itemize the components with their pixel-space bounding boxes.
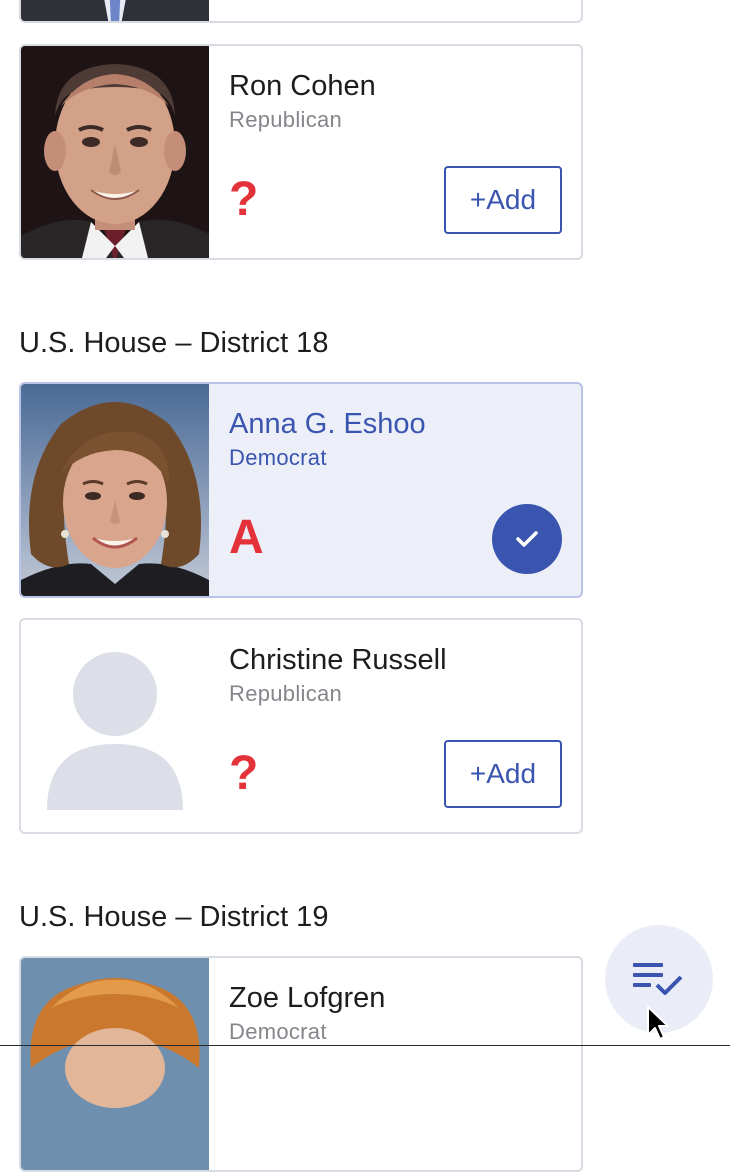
selected-check-button[interactable] <box>492 504 562 574</box>
candidate-photo <box>21 620 209 832</box>
candidate-party: Republican <box>229 107 343 132</box>
candidate-card-zoe-lofgren[interactable]: Zoe Lofgren Democrat <box>19 956 583 1172</box>
candidate-grade: ? <box>229 173 259 226</box>
candidate-name: Zoe Lofgren <box>229 982 386 1014</box>
candidate-name: Ron Cohen <box>229 70 376 102</box>
playlist-check-icon <box>633 963 683 995</box>
mouse-cursor-icon <box>647 1006 669 1040</box>
candidate-card-ron-cohen[interactable]: Ron Cohen Republican ? +Add <box>19 44 583 260</box>
candidate-party: Democrat <box>229 1019 327 1044</box>
candidate-name: Anna G. Eshoo <box>229 408 426 440</box>
candidate-party: Republican <box>229 681 343 706</box>
candidate-card-anna-eshoo[interactable]: Anna G. Eshoo Democrat A <box>19 382 583 598</box>
candidate-grade: ? <box>229 747 259 800</box>
add-button[interactable]: +Add <box>444 166 562 234</box>
candidate-photo <box>21 384 209 596</box>
candidate-name: Christine Russell <box>229 644 447 676</box>
person-placeholder-icon <box>21 620 209 832</box>
candidate-card-previous[interactable] <box>19 0 583 23</box>
candidate-grade: A <box>229 511 264 564</box>
candidate-photo <box>21 958 209 1170</box>
candidate-card-christine-russell[interactable]: Christine Russell Republican ? +Add <box>19 618 583 834</box>
candidate-photo <box>21 0 209 21</box>
section-title-district-19: U.S. House – District 19 <box>19 901 329 933</box>
section-title-district-18: U.S. House – District 18 <box>19 327 329 359</box>
candidate-party: Democrat <box>229 445 327 470</box>
candidate-photo <box>21 46 209 258</box>
check-icon <box>516 531 538 547</box>
add-button[interactable]: +Add <box>444 740 562 808</box>
divider <box>0 1045 730 1046</box>
